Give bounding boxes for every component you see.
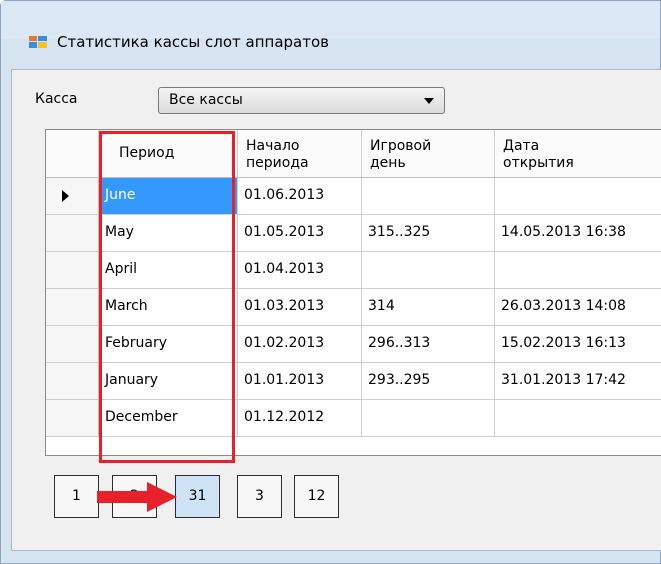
table-cell[interactable]: June (99, 178, 238, 215)
table-cell[interactable]: 293..295 (362, 363, 495, 400)
table-cell[interactable]: 15.02.2013 16:13 (495, 326, 661, 363)
row-header[interactable] (46, 215, 99, 252)
table-cell-text: 01.04.2013 (244, 261, 325, 277)
table-cell-text: 14.05.2013 16:38 (501, 224, 626, 240)
table-cell-text: 01.05.2013 (244, 224, 325, 240)
table-cell-text: 01.01.2013 (244, 372, 325, 388)
table-cell[interactable] (495, 400, 661, 437)
table-cell-text: March (105, 298, 148, 314)
row-header[interactable] (46, 400, 99, 437)
column-header-label: Дата открытия (503, 138, 574, 171)
current-row-icon (62, 190, 69, 202)
table-cell[interactable]: 14.05.2013 16:38 (495, 215, 661, 252)
main-window: Статистика кассы слот аппаратов Касса Вс… (0, 0, 661, 564)
table-cell-text: 01.06.2013 (244, 187, 325, 203)
column-header[interactable]: Дата открытия (495, 130, 661, 178)
row-header[interactable] (46, 326, 99, 363)
table-cell[interactable]: May (99, 215, 238, 252)
table-cell[interactable]: 01.06.2013 (238, 178, 362, 215)
table-cell[interactable]: February (99, 326, 238, 363)
column-header[interactable]: Начало периода (238, 130, 362, 178)
column-header[interactable]: Игровой день (362, 130, 495, 178)
window-title: Статистика кассы слот аппаратов (57, 33, 329, 51)
table-cell[interactable]: 314 (362, 289, 495, 326)
table-cell[interactable]: 01.02.2013 (238, 326, 362, 363)
column-header-label: Начало периода (246, 138, 309, 171)
table-cell[interactable]: 01.01.2013 (238, 363, 362, 400)
table-cell[interactable] (495, 252, 661, 289)
table-cell[interactable]: April (99, 252, 238, 289)
row-header[interactable] (46, 252, 99, 289)
table-cell[interactable] (362, 178, 495, 215)
kassa-dropdown-value: Все кассы (169, 92, 243, 108)
page-button[interactable]: 31 (175, 475, 220, 518)
table-cell-text: 01.12.2012 (244, 409, 325, 425)
chevron-down-icon[interactable] (424, 98, 434, 104)
kassa-label: Касса (35, 91, 78, 107)
table-cell-text: 31.01.2013 17:42 (501, 372, 626, 388)
table-cell-text: 293..295 (368, 372, 431, 388)
column-header[interactable]: Период (99, 130, 238, 178)
table-cell-text: January (105, 372, 159, 388)
table-cell[interactable]: 01.05.2013 (238, 215, 362, 252)
table-cell-text: 01.02.2013 (244, 335, 325, 351)
page-button[interactable]: 1 (54, 475, 99, 518)
table-cell-text: 15.02.2013 16:13 (501, 335, 626, 351)
grid-corner-header (46, 130, 99, 178)
table-cell-text: February (105, 335, 168, 351)
arrow-right-icon (97, 482, 177, 512)
table-cell[interactable] (362, 400, 495, 437)
table-cell[interactable]: December (99, 400, 238, 437)
table-cell-text: 314 (368, 298, 395, 314)
table-cell[interactable]: March (99, 289, 238, 326)
table-cell-text: June (105, 187, 136, 203)
column-header-label: Игровой день (370, 138, 432, 171)
table-cell-text: December (105, 409, 178, 425)
table-cell[interactable] (495, 178, 661, 215)
table-cell[interactable]: 01.12.2012 (238, 400, 362, 437)
table-cell[interactable]: 31.01.2013 17:42 (495, 363, 661, 400)
table-cell-text: 26.03.2013 14:08 (501, 298, 626, 314)
table-cell-text: 296..313 (368, 335, 431, 351)
table-cell[interactable]: 01.03.2013 (238, 289, 362, 326)
table-cell-text: 01.03.2013 (244, 298, 325, 314)
row-header[interactable] (46, 363, 99, 400)
table-cell-text: May (105, 224, 134, 240)
app-icon (29, 36, 47, 48)
page-button[interactable]: 3 (237, 475, 282, 518)
table-cell[interactable]: 315..325 (362, 215, 495, 252)
kassa-dropdown[interactable]: Все кассы (158, 87, 445, 114)
data-grid[interactable]: Период Начало периода Игровой день Дата открыт… (45, 129, 661, 456)
table-cell-text: April (105, 261, 137, 277)
row-header[interactable] (46, 289, 99, 326)
table-cell[interactable] (362, 252, 495, 289)
table-cell[interactable]: 01.04.2013 (238, 252, 362, 289)
column-header-label: Период (119, 145, 175, 161)
table-cell[interactable]: 296..313 (362, 326, 495, 363)
table-cell[interactable]: January (99, 363, 238, 400)
table-cell[interactable]: 26.03.2013 14:08 (495, 289, 661, 326)
table-cell-text: 315..325 (368, 224, 431, 240)
row-header[interactable] (46, 178, 99, 215)
page-button[interactable]: 12 (294, 475, 339, 518)
